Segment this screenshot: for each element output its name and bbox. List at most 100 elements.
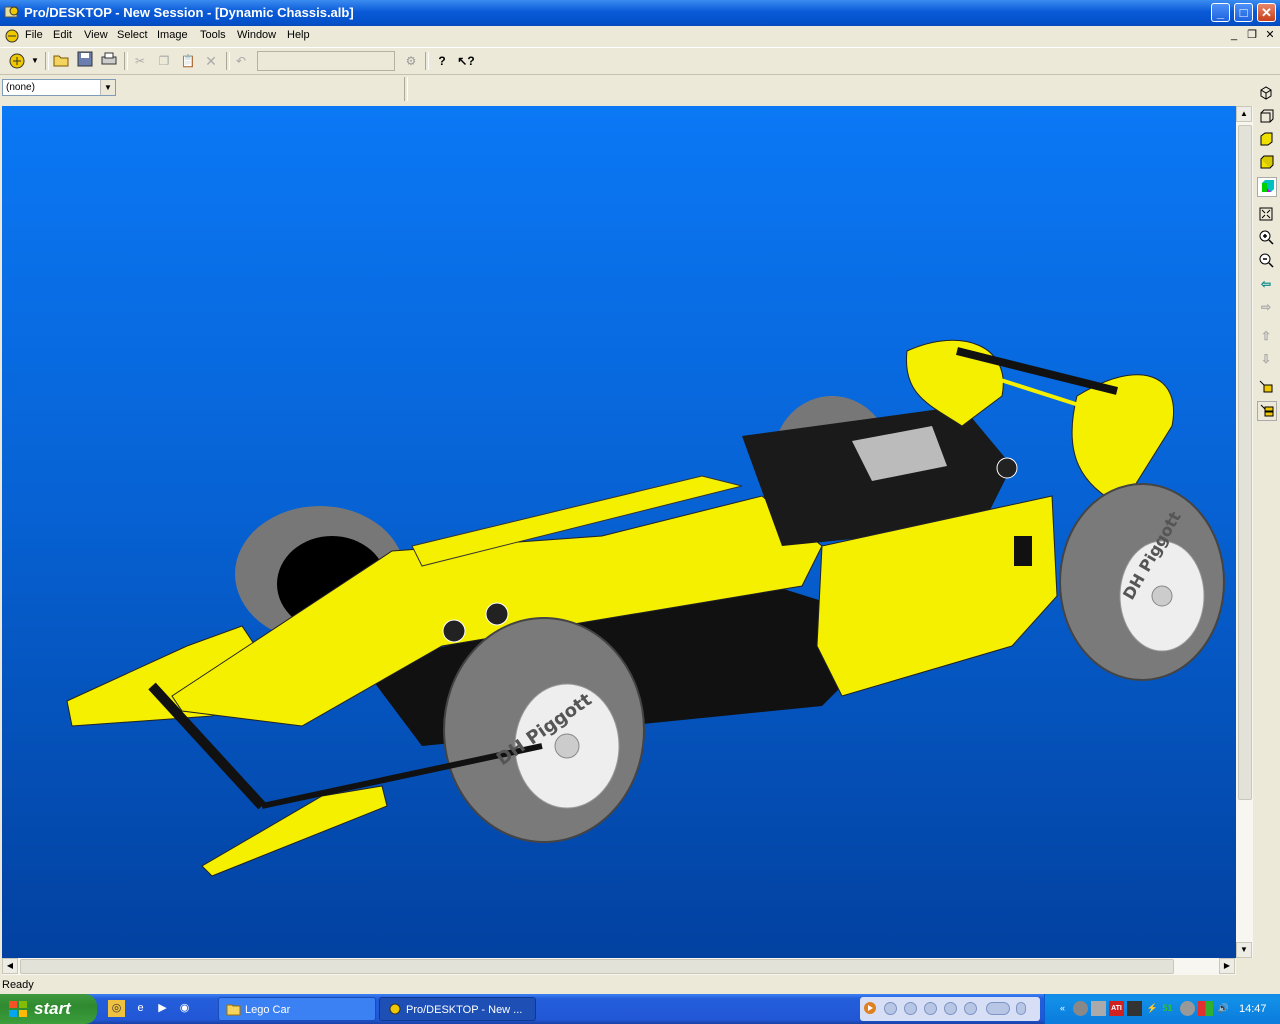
- copy-icon[interactable]: ❐: [154, 51, 174, 71]
- status-text: Ready: [2, 979, 34, 991]
- quicklaunch-ie-icon[interactable]: e: [132, 1000, 149, 1017]
- mdi-minimize-button[interactable]: _: [1227, 28, 1241, 42]
- redo-icon[interactable]: ⚙: [401, 51, 421, 71]
- scroll-right-button[interactable]: ▶: [1219, 958, 1235, 974]
- cut-icon[interactable]: ✂: [130, 51, 150, 71]
- task-pro-desktop[interactable]: Pro/DESKTOP - New ...: [379, 997, 536, 1021]
- start-button[interactable]: start: [0, 994, 97, 1024]
- tray-steam-icon[interactable]: [1127, 1001, 1142, 1016]
- document-icon[interactable]: [4, 28, 20, 44]
- task-label: Lego Car: [245, 1004, 291, 1016]
- menu-tools[interactable]: Tools: [200, 29, 226, 41]
- wireframe-view-icon[interactable]: [1257, 108, 1275, 126]
- media-stop-button[interactable]: [924, 1002, 937, 1015]
- quicklaunch-media-icon[interactable]: ▶: [154, 1000, 171, 1017]
- task-label: Pro/DESKTOP - New ...: [406, 1004, 523, 1016]
- open-folder-icon[interactable]: [51, 51, 71, 71]
- folder-icon: [226, 1004, 241, 1016]
- clock[interactable]: 14:47: [1239, 1003, 1267, 1015]
- vertical-scroll-thumb[interactable]: [1238, 125, 1252, 800]
- tray-sound-icon[interactable]: 🔊: [1216, 1001, 1231, 1016]
- media-toolbar: [860, 997, 1040, 1021]
- tray-ati-icon[interactable]: ATI: [1109, 1001, 1124, 1016]
- task-lego-car[interactable]: Lego Car: [218, 997, 376, 1021]
- media-menu-button[interactable]: [884, 1002, 897, 1015]
- close-button[interactable]: ✕: [1257, 3, 1276, 22]
- app-icon: [4, 6, 19, 18]
- chevron-down-icon[interactable]: ▼: [100, 80, 115, 95]
- pan-down-icon[interactable]: ⇩: [1257, 350, 1275, 368]
- tray-network-icon[interactable]: ⚡: [1145, 1001, 1160, 1016]
- delete-icon[interactable]: ✕: [201, 51, 221, 71]
- chevron-left-icon[interactable]: «: [1055, 1001, 1070, 1016]
- menu-help[interactable]: Help: [287, 29, 310, 41]
- tray-user-icon[interactable]: [1073, 1001, 1088, 1016]
- minimize-button[interactable]: _: [1211, 3, 1230, 22]
- pan-left-icon[interactable]: ⇦: [1257, 275, 1275, 293]
- media-player-icon: [864, 1002, 876, 1014]
- mdi-close-button[interactable]: ✕: [1263, 28, 1277, 42]
- scroll-left-button[interactable]: ◀: [2, 958, 18, 974]
- print-icon[interactable]: [99, 51, 119, 71]
- multi-render-icon[interactable]: [1257, 401, 1277, 421]
- media-expand-button[interactable]: [1016, 1002, 1026, 1015]
- toolbar-separator: [425, 52, 429, 70]
- zoom-out-icon[interactable]: [1257, 252, 1275, 270]
- help-icon[interactable]: ?: [432, 51, 452, 71]
- selection-combo-value: (none): [6, 82, 35, 93]
- menu-image[interactable]: Image: [157, 29, 188, 41]
- zoom-in-icon[interactable]: [1257, 229, 1275, 247]
- tray-settings-icon[interactable]: [1180, 1001, 1195, 1016]
- shaded-view-icon[interactable]: [1257, 131, 1275, 149]
- command-field[interactable]: [257, 51, 395, 71]
- media-pause-button[interactable]: [904, 1002, 917, 1015]
- quicklaunch-browser-icon[interactable]: ◎: [108, 1000, 125, 1017]
- title-bar[interactable]: Pro/DESKTOP - New Session - [Dynamic Cha…: [0, 0, 1280, 26]
- scroll-up-button[interactable]: ▲: [1236, 106, 1252, 122]
- windows-logo-icon: [9, 1001, 27, 1017]
- quicklaunch-desktop-icon[interactable]: ◉: [176, 1000, 193, 1017]
- isometric-view-icon[interactable]: [1257, 85, 1275, 103]
- menu-bar: File Edit View Select Image Tools Window…: [0, 26, 1280, 46]
- selection-combo[interactable]: (none) ▼: [2, 79, 116, 96]
- context-help-icon[interactable]: ↖?: [456, 51, 476, 71]
- paste-icon[interactable]: 📋: [178, 51, 198, 71]
- maximize-button[interactable]: □: [1234, 3, 1253, 22]
- toolbar-separator: [404, 77, 408, 101]
- media-next-button[interactable]: [964, 1002, 977, 1015]
- undo-icon[interactable]: ↶: [231, 51, 251, 71]
- start-label: start: [34, 999, 71, 1018]
- chevron-down-icon[interactable]: ▼: [29, 51, 41, 71]
- scroll-down-button[interactable]: ▼: [1236, 942, 1252, 958]
- tray-monitor-icon[interactable]: [1091, 1001, 1106, 1016]
- menu-window[interactable]: Window: [237, 29, 276, 41]
- media-volume-button[interactable]: [986, 1002, 1010, 1015]
- horizontal-scroll-thumb[interactable]: [20, 959, 1174, 974]
- zoom-fit-icon[interactable]: [1257, 206, 1275, 224]
- menu-edit[interactable]: Edit: [53, 29, 72, 41]
- 3d-viewport[interactable]: DH Piggott DH Piggott: [2, 106, 1236, 958]
- main-toolbar: ▼ ✂ ❐ 📋 ✕ ↶ ⚙ ? ↖?: [0, 47, 1280, 75]
- save-icon[interactable]: [75, 51, 95, 71]
- pan-up-icon[interactable]: ⇧: [1257, 327, 1275, 345]
- window-title: Pro/DESKTOP - New Session - [Dynamic Cha…: [24, 5, 354, 20]
- tray-counter[interactable]: 51: [1160, 1001, 1175, 1016]
- color-view-icon[interactable]: [1257, 177, 1277, 197]
- app-icon: [389, 1003, 401, 1015]
- render-icon[interactable]: [1257, 378, 1275, 396]
- tray-flag-icon[interactable]: [1198, 1001, 1213, 1016]
- menu-file[interactable]: File: [25, 29, 43, 41]
- toolbar-separator: [45, 52, 49, 70]
- workplane-select-icon[interactable]: [7, 51, 27, 71]
- menu-view[interactable]: View: [84, 29, 108, 41]
- mdi-restore-button[interactable]: ❐: [1245, 28, 1259, 42]
- toolbar-separator: [124, 52, 128, 70]
- toolbar-separator: [226, 52, 230, 70]
- view-toolbar: ⇦ ⇨ ⇧ ⇩: [1253, 80, 1280, 1000]
- pan-right-icon[interactable]: ⇨: [1257, 298, 1275, 316]
- menu-select[interactable]: Select: [117, 29, 148, 41]
- lego-car-model: DH Piggott DH Piggott: [66, 339, 1225, 877]
- media-previous-button[interactable]: [944, 1002, 957, 1015]
- secondary-toolbar: (none) ▼: [0, 75, 1280, 103]
- solid-view-icon[interactable]: [1257, 154, 1275, 172]
